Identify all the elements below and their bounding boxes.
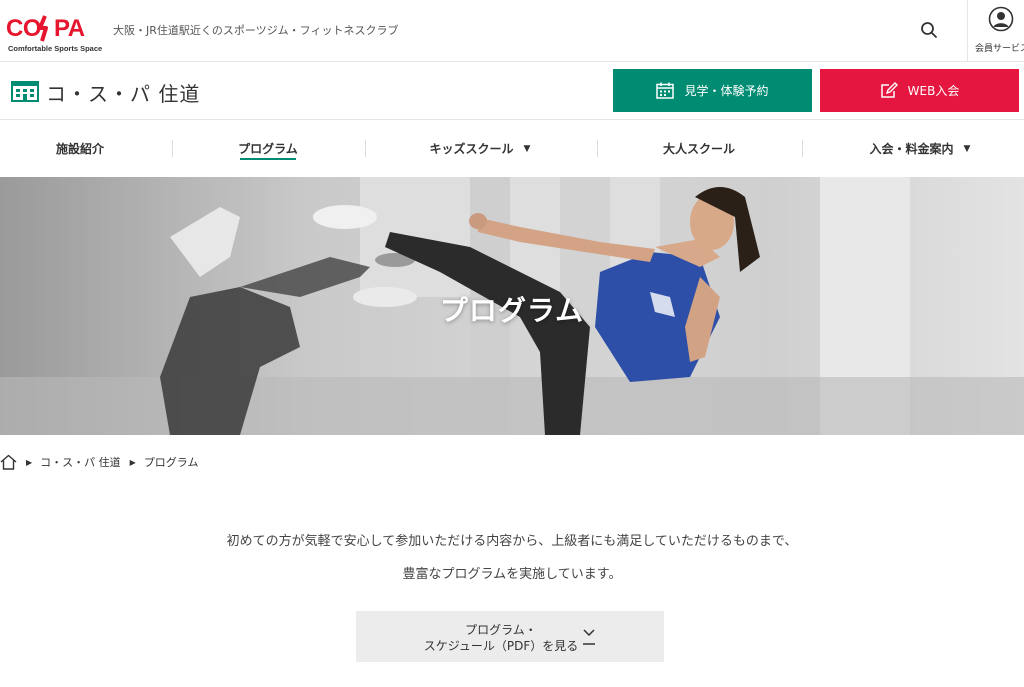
search-button[interactable] [912,14,946,46]
building-icon [11,81,39,102]
breadcrumb-item-current: プログラム [143,456,199,469]
svg-text:PA: PA [54,15,85,42]
search-icon [921,22,937,38]
logo-mark: CO PA [6,15,85,42]
top-header: CO PA Comfortable Sports Space 大阪・JR住道駅近… [0,0,1024,62]
nav-item-adult-school[interactable]: 大人スクール [615,120,783,177]
nav-item-facility[interactable]: 施設紹介 [0,120,160,177]
caret-down-icon: ▼ [523,143,531,154]
intro-text-line2: 豊富なプログラムを実施しています。 [402,567,622,582]
nav-item-label: キッズスクール [429,142,514,156]
cospa-logo[interactable]: CO PA Comfortable Sports Space [6,6,102,54]
pdf-button-label-line1: プログラム・ [465,623,537,637]
member-service-label: 会員サービス [975,44,1024,54]
program-schedule-pdf-button[interactable]: プログラム・ スケジュール（PDF）を見る [356,611,664,662]
nav-active-indicator [240,158,296,160]
breadcrumb-arrow-icon: ▶ [129,457,136,467]
main-nav: 施設紹介 プログラム キッズスクール ▼ 大人スクール 入会・料金案内 ▼ [0,120,1024,177]
nav-item-label: 施設紹介 [55,142,104,156]
calendar-icon [656,82,675,99]
gym-bar: コ・ス・パ 住道 見学・体験予約 WEB入会 [0,62,1024,120]
visit-reservation-button[interactable]: 見学・体験予約 [613,69,812,112]
nav-item-label: 入会・料金案内 [869,142,954,156]
svg-text:CO: CO [6,15,41,42]
site-tagline: 大阪・JR住道駅近くのスポーツジム・フィットネスクラブ [113,24,399,37]
nav-divider [365,140,366,157]
member-service-button[interactable]: 会員サービス [967,0,1024,62]
breadcrumb: ▶ コ・ス・パ 住道 ▶ プログラム [0,452,198,472]
gym-name[interactable]: コ・ス・パ 住道 [46,78,200,107]
nav-divider [172,140,173,157]
home-icon[interactable] [0,454,17,470]
download-icon [583,629,595,645]
breadcrumb-item-gym[interactable]: コ・ス・パ 住道 [40,454,121,470]
web-join-label: WEB入会 [907,84,960,98]
web-join-button[interactable]: WEB入会 [820,69,1019,112]
visit-reservation-label: 見学・体験予約 [684,84,769,98]
pdf-button-label-line2: スケジュール（PDF）を見る [423,639,579,653]
logo-tagline: Comfortable Sports Space [8,44,103,53]
edit-icon [880,82,898,98]
nav-item-kids-school[interactable]: キッズスクール ▼ [395,120,565,177]
nav-item-label: 大人スクール [662,142,735,156]
hero-title: プログラム [439,294,585,327]
caret-down-icon: ▼ [963,143,971,154]
nav-item-label: プログラム [238,142,298,156]
hero-banner: プログラム [0,177,1024,435]
nav-divider [597,140,598,157]
user-circle-icon [988,6,1014,32]
nav-item-program[interactable]: プログラム [188,120,348,177]
breadcrumb-arrow-icon: ▶ [26,457,33,467]
nav-divider [802,140,803,157]
intro-text-line1: 初めての方が気軽で安心して参加いただける内容から、上級者にも満足していただけるも… [226,534,798,549]
nav-item-membership-fees[interactable]: 入会・料金案内 ▼ [825,120,1015,177]
